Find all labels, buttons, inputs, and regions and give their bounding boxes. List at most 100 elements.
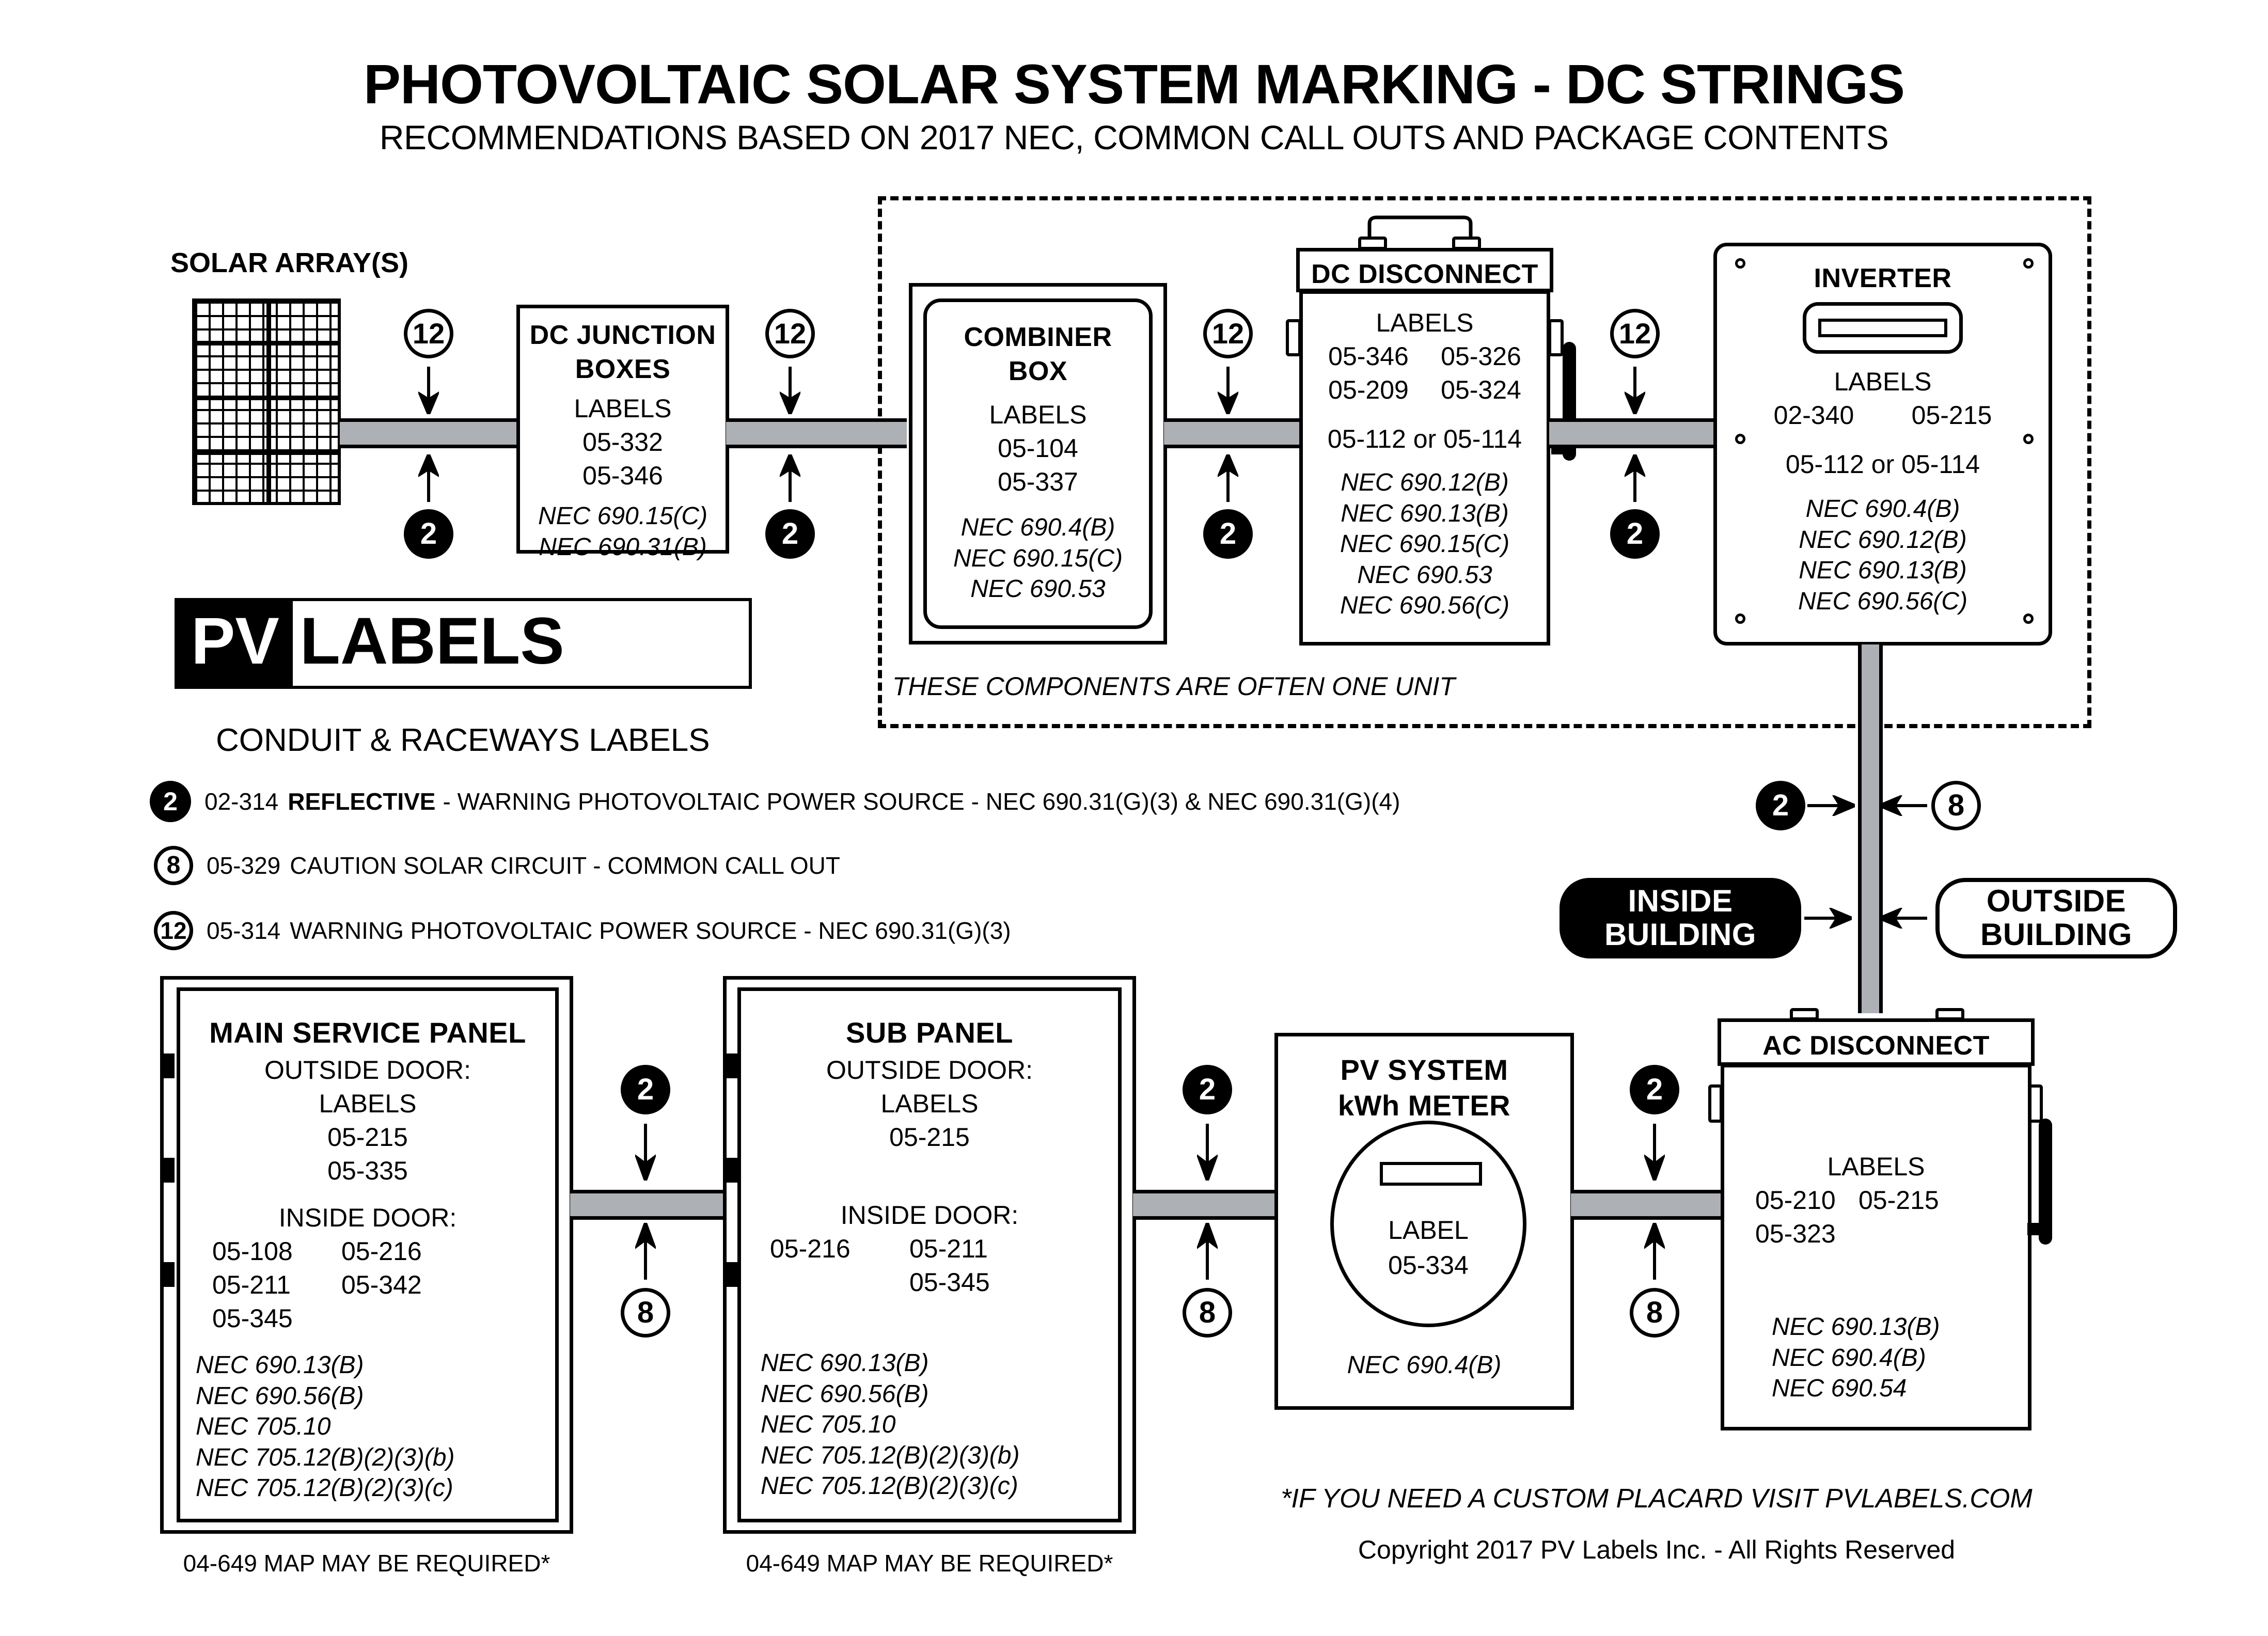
dc-disconnect-title-bar: DC DISCONNECT bbox=[1296, 248, 1553, 292]
inverter-screw-mr bbox=[2023, 434, 2034, 444]
inverter-labels-heading: LABELS bbox=[1834, 367, 1932, 396]
conduit-inverter-to-acdisconnect bbox=[1858, 644, 1883, 1013]
sub-panel-nec-3: NEC 705.12(B)(2)(3)(b) bbox=[761, 1441, 1020, 1469]
combiner-title-1: COMBINER bbox=[964, 322, 1112, 352]
badge-8-sub-meter: 8 bbox=[1183, 1288, 1232, 1338]
badge-2-sub-meter: 2 bbox=[1183, 1065, 1232, 1114]
ac-disconnect-side-lug-left bbox=[1708, 1084, 1723, 1123]
main-service-panel-hinge-bottom bbox=[161, 1262, 175, 1287]
sub-panel-inside-label-r1c0 bbox=[770, 1266, 909, 1299]
main-service-nec-3: NEC 705.12(B)(2)(3)(b) bbox=[196, 1443, 455, 1471]
arrow-down-dcdisconnect-inverter bbox=[1625, 367, 1645, 414]
logo-pv-text: PV bbox=[178, 601, 293, 686]
main-service-inside-heading: INSIDE DOOR: bbox=[278, 1203, 457, 1232]
kwh-meter-title-2: kWh METER bbox=[1337, 1089, 1511, 1122]
dc-disconnect-label-r1c0: 05-209 bbox=[1328, 375, 1409, 404]
copyright-text: Copyright 2017 PV Labels Inc. - All Righ… bbox=[1358, 1535, 1956, 1564]
badge-2-junction-combiner: 2 bbox=[765, 509, 815, 559]
badge-12-dcdisconnect-inverter: 12 bbox=[1610, 309, 1660, 358]
dc-junction-title-2: BOXES bbox=[575, 354, 671, 384]
ac-disconnect-label-r1c0: 05-323 bbox=[1755, 1219, 1836, 1248]
custom-placard-note: *IF YOU NEED A CUSTOM PLACARD VISIT PVLA… bbox=[1281, 1484, 2033, 1514]
badge-2-combiner-dcdisconnect: 2 bbox=[1203, 509, 1253, 559]
dc-disconnect-nec-3: NEC 690.53 bbox=[1357, 561, 1492, 589]
sub-panel-hinge-bottom bbox=[724, 1262, 737, 1287]
arrow-down-combiner-dcdisconnect bbox=[1218, 367, 1238, 414]
conduit-junction-to-combiner bbox=[726, 418, 907, 448]
legend-heading: CONDUIT & RACEWAYS LABELS bbox=[216, 722, 710, 758]
arrow-right-inside-building bbox=[1804, 908, 1852, 929]
ac-disconnect-lever-stop bbox=[2027, 1223, 2051, 1235]
legend-emphasis-2: REFLECTIVE bbox=[288, 788, 436, 815]
inside-building-line1: INSIDE bbox=[1628, 884, 1733, 919]
arrow-down-sub-meter bbox=[1197, 1124, 1218, 1181]
inverter-screw-tl bbox=[1735, 258, 1745, 269]
dc-junction-labels-heading: LABELS bbox=[574, 394, 672, 423]
main-service-inside-label-r1c1: 05-342 bbox=[341, 1270, 422, 1299]
main-service-panel-hinge-top bbox=[161, 1053, 175, 1078]
dc-junction-nec-1: NEC 690.31(B) bbox=[539, 533, 707, 561]
dc-disconnect-nec-1: NEC 690.13(B) bbox=[1341, 499, 1509, 527]
inverter-screw-bl bbox=[1735, 614, 1745, 624]
sub-panel-nec-0: NEC 690.13(B) bbox=[761, 1349, 929, 1377]
main-service-nec-0: NEC 690.13(B) bbox=[196, 1351, 364, 1379]
main-service-nec-2: NEC 705.10 bbox=[196, 1413, 331, 1441]
legend-code-12: 05-314 bbox=[207, 917, 281, 944]
outside-building-line1: OUTSIDE bbox=[1986, 884, 2127, 919]
kwh-meter-title-1: PV SYSTEM bbox=[1340, 1053, 1508, 1086]
legend-text-12: WARNING PHOTOVOLTAIC POWER SOURCE - NEC … bbox=[290, 917, 1011, 944]
main-service-panel-hinge-mid bbox=[161, 1158, 175, 1183]
dc-disconnect-nec-0: NEC 690.12(B) bbox=[1341, 469, 1509, 496]
legend-row-2: 2 02-314 REFLECTIVE - WARNING PHOTOVOLTA… bbox=[150, 781, 1400, 822]
badge-2-main-sub: 2 bbox=[621, 1065, 670, 1114]
combiner-nec-1: NEC 690.15(C) bbox=[953, 544, 1123, 572]
dc-disconnect-labels-heading: LABELS bbox=[1376, 308, 1474, 337]
conduit-meter-to-acdisconnect bbox=[1571, 1190, 1740, 1220]
inverter-screw-ml bbox=[1735, 434, 1745, 444]
inverter-label-r0c1: 05-215 bbox=[1911, 401, 1992, 430]
ac-disconnect-side-lug-right bbox=[2028, 1084, 2043, 1123]
conduit-dcdisconnect-to-inverter bbox=[1549, 418, 1730, 448]
arrow-up-acdisconnect-meter bbox=[1644, 1223, 1665, 1280]
sub-panel-nec-2: NEC 705.10 bbox=[761, 1411, 896, 1439]
sub-panel-inner: SUB PANEL OUTSIDE DOOR: LABELS 05-215 IN… bbox=[737, 987, 1122, 1522]
inverter-nec-1: NEC 690.12(B) bbox=[1799, 526, 1967, 554]
outside-building-pill: OUTSIDE BUILDING bbox=[1935, 878, 2177, 958]
one-unit-note: THESE COMPONENTS ARE OFTEN ONE UNIT bbox=[892, 672, 1455, 701]
main-service-panel-inner: MAIN SERVICE PANEL OUTSIDE DOOR: LABELS … bbox=[177, 987, 559, 1522]
inverter-title: INVERTER bbox=[1814, 263, 1952, 293]
dc-disconnect-label-r0c1: 05-326 bbox=[1441, 342, 1521, 371]
badge-2-wall-inside: 2 bbox=[1756, 781, 1805, 830]
ac-disconnect-body: LABELS 05-210 05-215 05-323 NEC 690.13(B… bbox=[1721, 1064, 2031, 1430]
inverter-display-screen bbox=[1818, 319, 1947, 337]
main-service-inside-label-r0c1: 05-216 bbox=[341, 1237, 422, 1266]
badge-2-array-junction: 2 bbox=[404, 509, 453, 559]
solar-array-caption: SOLAR ARRAY(S) bbox=[170, 247, 409, 278]
arrow-down-main-sub bbox=[635, 1124, 656, 1181]
sub-panel-inside-label-r0c0: 05-216 bbox=[770, 1234, 850, 1263]
badge-12-junction-combiner: 12 bbox=[765, 309, 815, 358]
main-service-nec-1: NEC 690.56(B) bbox=[196, 1382, 364, 1410]
solar-array bbox=[192, 298, 341, 505]
dc-disconnect-side-lug-right bbox=[1548, 319, 1564, 356]
dc-junction-boxes-box: DC JUNCTION BOXES LABELS 05-332 05-346 N… bbox=[516, 305, 729, 561]
sub-panel-inside-label-r1c1: 05-345 bbox=[909, 1268, 990, 1297]
dc-disconnect-label-r0c0: 05-346 bbox=[1328, 342, 1409, 371]
sub-panel-outside-heading: OUTSIDE DOOR: bbox=[826, 1056, 1033, 1084]
ac-disconnect-label-r0c0: 05-210 bbox=[1755, 1186, 1836, 1215]
sub-panel-nec-4: NEC 705.12(B)(2)(3)(c) bbox=[761, 1472, 1018, 1500]
logo-labels-text: LABELS bbox=[292, 601, 576, 686]
kwh-meter-label-heading: LABEL bbox=[1388, 1216, 1469, 1245]
badge-12-array-junction: 12 bbox=[404, 309, 453, 358]
sub-panel-hinge-mid bbox=[724, 1158, 737, 1183]
dc-disconnect-label-r1c1: 05-324 bbox=[1441, 375, 1521, 404]
arrow-up-dcdisconnect-combiner bbox=[1218, 454, 1238, 502]
dc-disconnect-side-lug-left bbox=[1286, 319, 1301, 356]
legend-row-12: 12 05-314 WARNING PHOTOVOLTAIC POWER SOU… bbox=[154, 911, 1011, 950]
arrow-up-sub-main bbox=[635, 1223, 656, 1280]
outside-building-line2: BUILDING bbox=[1980, 917, 2132, 952]
main-service-outside-label-0: 05-215 bbox=[327, 1123, 408, 1152]
dc-junction-label-0: 05-332 bbox=[582, 428, 663, 457]
legend-code-8: 05-329 bbox=[207, 852, 281, 879]
combiner-label-0: 05-104 bbox=[998, 434, 1078, 463]
